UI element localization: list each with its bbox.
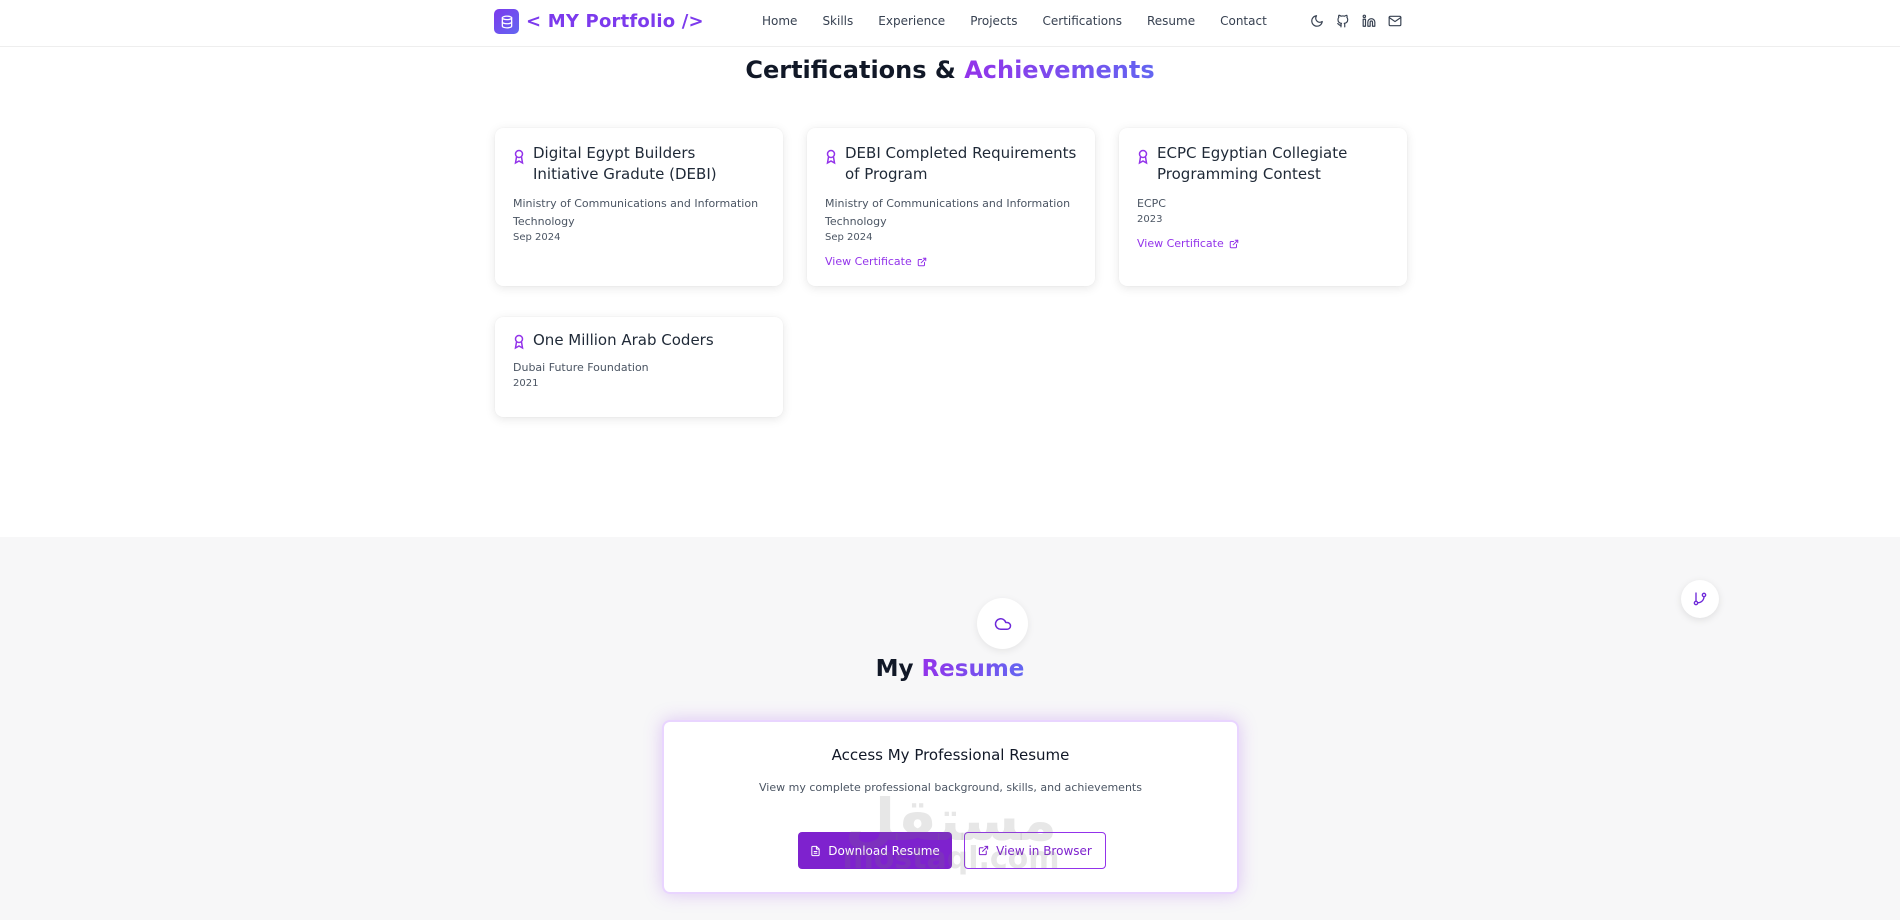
cert-date: 2023 xyxy=(1137,214,1163,225)
award-icon xyxy=(514,149,524,165)
view-certificate-label: View Certificate xyxy=(1137,237,1224,250)
cert-date: Sep 2024 xyxy=(825,232,873,243)
cert-issuer: Ministry of Communications and Informati… xyxy=(825,197,1071,228)
cloud-icon xyxy=(994,617,1011,630)
cert-date: Sep 2024 xyxy=(513,232,561,243)
logo-text: < MY Portfolio /> xyxy=(526,11,704,32)
cert-issuer: ECPC xyxy=(1137,197,1166,210)
git-branch-icon xyxy=(1693,592,1707,606)
header-actions xyxy=(1308,13,1412,29)
git-branch-button[interactable] xyxy=(1681,580,1719,618)
cert-date: 2021 xyxy=(513,378,539,389)
external-link-icon xyxy=(1229,239,1238,248)
main-nav: Home Skills Experience Projects Certific… xyxy=(762,14,1292,28)
cert-title: DEBI Completed Requirements of Program xyxy=(845,144,1077,183)
nav-experience[interactable]: Experience xyxy=(878,14,945,28)
nav-contact[interactable]: Contact xyxy=(1220,14,1267,28)
award-icon xyxy=(826,149,836,165)
certifications-title: Certifications & Achievements xyxy=(0,56,1900,84)
view-certificate-label: View Certificate xyxy=(825,255,912,268)
resume-card-description: View my complete professional background… xyxy=(759,781,1142,794)
cert-issuer: Dubai Future Foundation xyxy=(513,361,649,374)
cert-title: One Million Arab Coders xyxy=(533,331,714,349)
logo[interactable]: < MY Portfolio /> xyxy=(494,9,704,34)
file-icon xyxy=(811,845,820,856)
resume-card: Access My Professional Resume View my co… xyxy=(662,720,1239,894)
resume-title: My Resume xyxy=(0,656,1900,682)
site-header: < MY Portfolio /> Home Skills Experience… xyxy=(0,0,1900,47)
cert-card: ECPC Egyptian Collegiate Programming Con… xyxy=(1119,128,1407,286)
github-icon[interactable] xyxy=(1334,13,1352,29)
award-icon xyxy=(1138,149,1148,165)
cert-card: Digital Egypt Builders Initiative Gradut… xyxy=(495,128,783,286)
view-certificate-link[interactable]: View Certificate xyxy=(1137,237,1389,250)
view-in-browser-label: View in Browser xyxy=(996,843,1092,858)
nav-skills[interactable]: Skills xyxy=(822,14,853,28)
certifications-title-accent: Achievements xyxy=(964,56,1155,84)
moon-icon[interactable] xyxy=(1308,13,1326,29)
download-resume-label: Download Resume xyxy=(828,843,940,858)
cert-title: Digital Egypt Builders Initiative Gradut… xyxy=(533,144,717,183)
nav-home[interactable]: Home xyxy=(762,14,797,28)
download-resume-button[interactable]: Download Resume xyxy=(798,832,952,869)
cert-card: DEBI Completed Requirements of Program M… xyxy=(807,128,1095,286)
nav-projects[interactable]: Projects xyxy=(970,14,1017,28)
resume-title-main: My xyxy=(875,656,914,682)
view-certificate-link[interactable]: View Certificate xyxy=(825,255,1077,268)
resume-title-accent: Resume xyxy=(921,656,1025,682)
cloud-badge xyxy=(977,598,1028,649)
linkedin-icon[interactable] xyxy=(1360,13,1378,29)
nav-certifications[interactable]: Certifications xyxy=(1043,14,1122,28)
external-link-icon xyxy=(979,845,989,856)
award-icon xyxy=(514,334,524,350)
external-link-icon xyxy=(917,257,926,266)
database-icon xyxy=(494,9,519,34)
view-in-browser-button[interactable]: View in Browser xyxy=(964,832,1106,869)
resume-card-heading: Access My Professional Resume xyxy=(831,746,1070,764)
cert-title: ECPC Egyptian Collegiate Programming Con… xyxy=(1157,144,1348,183)
cert-issuer: Ministry of Communications and Informati… xyxy=(513,197,759,228)
nav-resume[interactable]: Resume xyxy=(1147,14,1195,28)
cert-card: One Million Arab Coders Dubai Future Fou… xyxy=(495,317,783,417)
certifications-title-main: Certifications & xyxy=(745,56,956,84)
mail-icon[interactable] xyxy=(1386,13,1404,29)
